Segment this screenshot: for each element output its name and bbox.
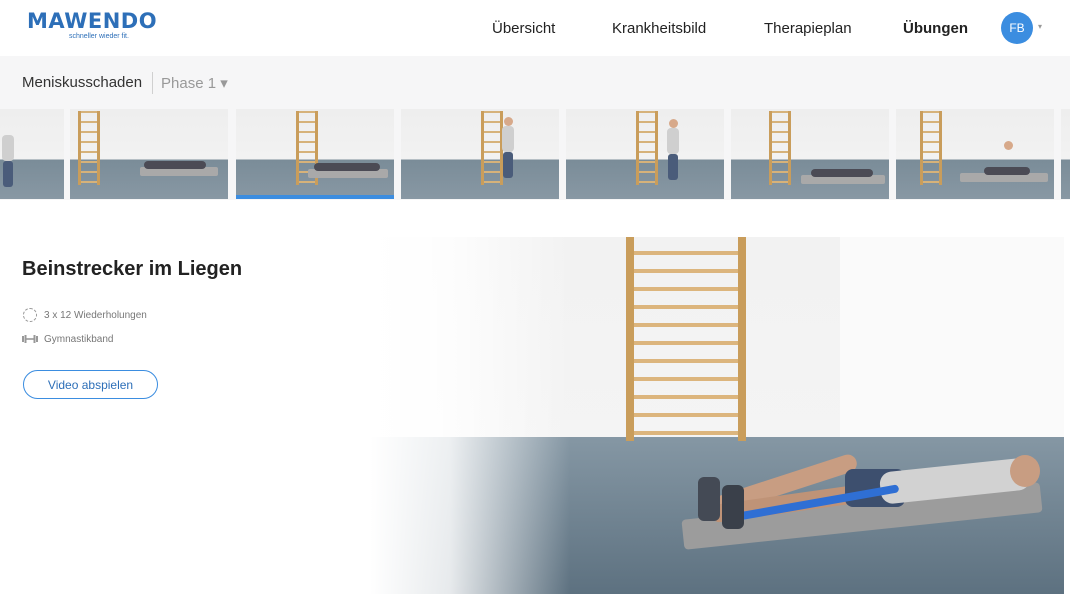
exercise-thumbnail[interactable] — [896, 109, 1054, 199]
exercise-thumbnail[interactable] — [0, 109, 64, 199]
thumb-wallbars — [481, 111, 503, 185]
nav-uebersicht[interactable]: Übersicht — [492, 0, 555, 56]
chevron-down-icon[interactable]: ▾ — [1038, 22, 1042, 31]
equipment-info: Gymnastikband — [22, 331, 113, 347]
thumb-figure — [2, 135, 14, 161]
repeat-circle-icon — [22, 307, 38, 323]
scene-figure — [722, 485, 744, 529]
divider — [152, 72, 153, 94]
dumbbell-icon — [22, 331, 38, 347]
scene-wall — [840, 237, 1064, 449]
thumb-figure — [1004, 141, 1013, 150]
thumb-figure — [667, 128, 679, 154]
logo-tagline: schneller wieder fit. — [69, 33, 129, 40]
active-thumbnail-indicator — [236, 195, 394, 199]
exercise-title: Beinstrecker im Liegen — [22, 258, 243, 280]
thumb-figure — [668, 154, 678, 180]
exercise-thumbnail[interactable] — [1061, 109, 1070, 199]
repetitions-text: 3 x 12 Wiederholungen — [44, 309, 147, 321]
exercise-thumbnail-active[interactable] — [236, 109, 394, 199]
thumb-figure — [314, 163, 380, 171]
logo-text: MAWENDO — [27, 9, 158, 33]
nav-krankheitsbild[interactable]: Krankheitsbild — [612, 0, 706, 56]
condition-label: Meniskusschaden — [22, 74, 143, 91]
nav-therapieplan[interactable]: Therapieplan — [764, 0, 852, 56]
thumb-wallbars — [636, 111, 658, 185]
scene-figure — [698, 477, 720, 521]
equipment-text: Gymnastikband — [44, 333, 114, 345]
exercise-video-preview[interactable] — [370, 237, 1064, 594]
play-video-button[interactable]: Video abspielen — [23, 370, 158, 399]
phase-dropdown[interactable]: Phase 1 ▾ — [161, 74, 228, 92]
thumb-figure — [669, 119, 678, 128]
repetitions-info: 3 x 12 Wiederholungen — [22, 307, 147, 323]
thumb-wallbars — [920, 111, 942, 185]
scene-wallbars — [626, 237, 746, 441]
thumb-figure — [984, 167, 1030, 175]
thumb-figure — [3, 161, 13, 187]
nav-uebungen[interactable]: Übungen — [903, 0, 968, 56]
thumb-figure — [502, 126, 514, 152]
thumb-figure — [144, 161, 206, 169]
exercise-thumbnail-strip[interactable] — [0, 108, 1070, 200]
thumb-figure — [504, 117, 513, 126]
exercise-thumbnail[interactable] — [731, 109, 889, 199]
top-header: MAWENDO schneller wieder fit. Übersicht … — [0, 0, 1070, 56]
scene-figure — [1010, 455, 1040, 487]
user-avatar[interactable]: FB — [1001, 12, 1033, 44]
scene-fade-overlay — [370, 237, 570, 594]
exercise-thumbnail[interactable] — [401, 109, 559, 199]
thumb-figure — [811, 169, 873, 177]
exercise-thumbnail[interactable] — [566, 109, 724, 199]
thumb-wallbars — [769, 111, 791, 185]
mawendo-logo[interactable]: MAWENDO schneller wieder fit. — [27, 9, 167, 49]
exercise-thumbnail[interactable] — [70, 109, 228, 199]
thumb-wallbars — [78, 111, 100, 185]
thumb-figure — [503, 152, 513, 178]
